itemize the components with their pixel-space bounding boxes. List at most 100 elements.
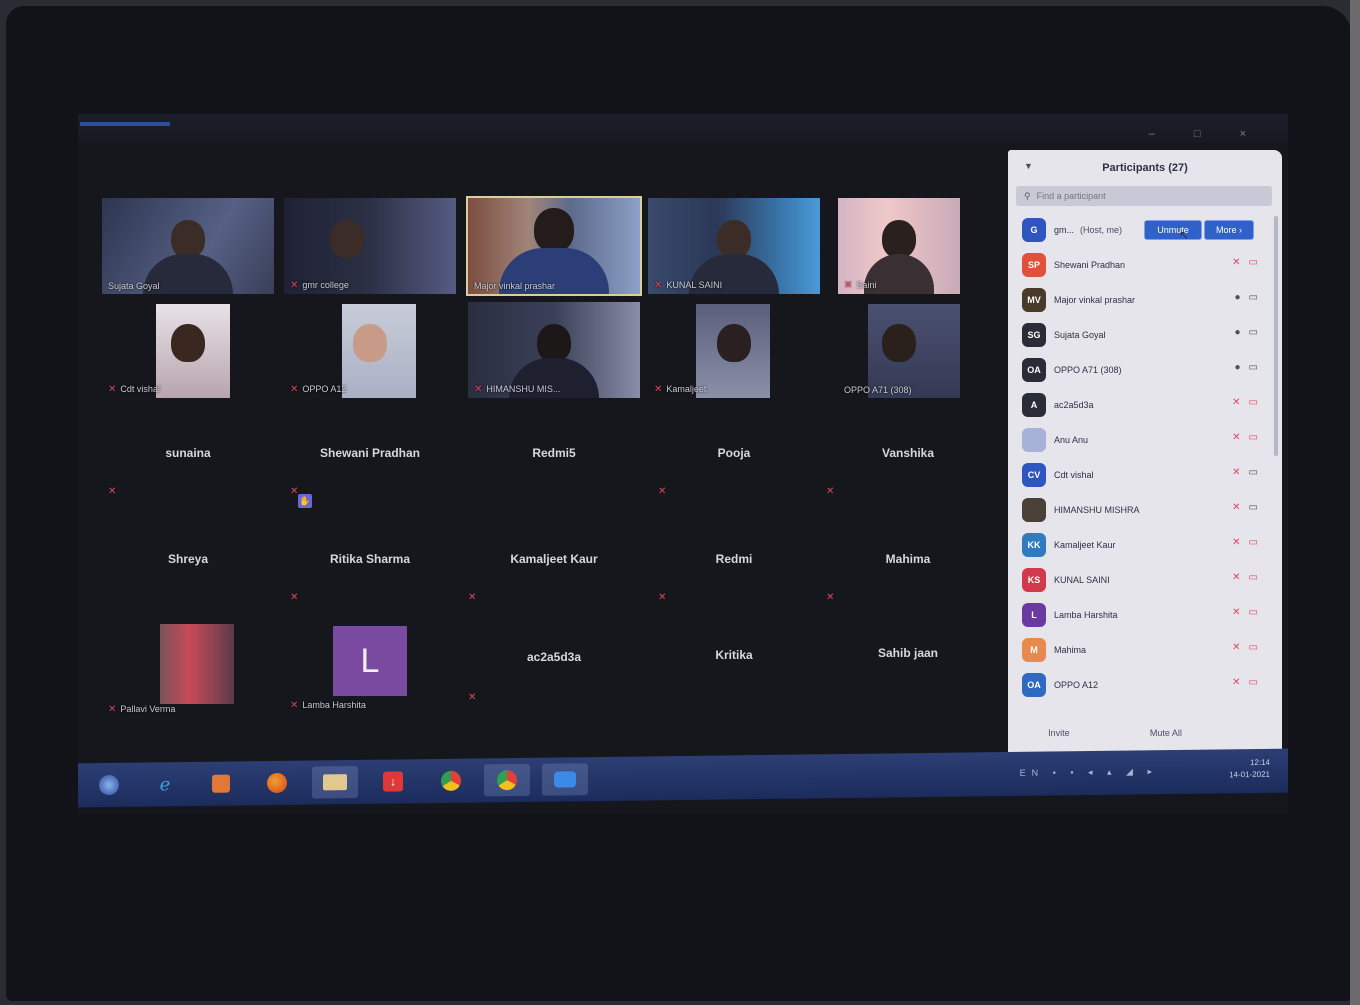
video-camera-off-icon[interactable]: ▭ — [1249, 677, 1258, 688]
participant-avatar: A — [1022, 392, 1046, 417]
participant-name-text: OPPO A71 (308) — [1054, 364, 1122, 375]
name-tile[interactable]: Shewani Pradhan ✕ — [284, 408, 456, 504]
microphone-muted-icon[interactable]: ✕ — [1232, 572, 1240, 583]
more-button[interactable]: More › — [1204, 220, 1254, 240]
name-tile[interactable]: Redmi ✕ — [648, 514, 820, 610]
participant-row[interactable]: SP Shewani Pradhan ✕ ▭ — [1008, 247, 1282, 282]
participant-avatar: MV — [1022, 287, 1046, 312]
participant-row[interactable]: HIMANSHU MISHRA ✕ ▭ — [1008, 492, 1282, 527]
name-tile[interactable]: Mahima ✕ — [822, 514, 994, 610]
name-tile[interactable]: Kamaljeet Kaur ✕ — [468, 514, 640, 610]
video-tile[interactable]: ✕ HIMANSHU MIS... — [468, 302, 640, 398]
video-tile[interactable]: ✕ Saini — [838, 198, 960, 294]
media-player-button[interactable] — [198, 767, 244, 800]
participant-row[interactable]: Aac2a5d3a ✕ ▭ — [1008, 387, 1282, 422]
participant-row[interactable]: MV Major vinkal prashar ● ▭ — [1008, 282, 1282, 317]
zoom-icon — [554, 771, 576, 788]
video-camera-icon[interactable]: ▭ — [1249, 362, 1258, 373]
maximize-button[interactable]: □ — [1194, 128, 1219, 140]
windows-start-button[interactable] — [86, 769, 132, 802]
participant-row[interactable]: OA OPPO A12 ✕ ▭ — [1008, 667, 1282, 702]
name-tile[interactable]: Vanshika ✕ — [822, 408, 994, 504]
microphone-muted-icon[interactable]: ✕ — [1232, 642, 1240, 653]
participant-row[interactable]: Anu Anu ✕ ▭ — [1008, 422, 1282, 457]
unmute-button[interactable]: Unmute — [1144, 220, 1202, 240]
name-tile[interactable]: Sahib jaan — [822, 608, 994, 704]
video-tile[interactable]: ✕ Cdt vishal — [102, 302, 274, 398]
video-tile[interactable]: ✕ gmr college — [284, 198, 456, 294]
participant-row[interactable]: L Lamba Harshita ✕ ▭ — [1008, 597, 1282, 632]
video-tile[interactable]: OPPO A71 (308) — [838, 302, 960, 398]
video-camera-icon[interactable]: ▭ — [1249, 292, 1258, 303]
video-tile[interactable]: Sujata Goyal — [102, 198, 274, 294]
firefox-icon — [267, 772, 287, 794]
microphone-muted-icon[interactable]: ✕ — [1232, 257, 1240, 268]
video-tile[interactable]: ✕ Kamaljeet — [648, 302, 820, 398]
minimize-button[interactable]: – — [1149, 128, 1173, 140]
zoom-button[interactable] — [542, 763, 588, 796]
close-button[interactable]: × — [1240, 128, 1264, 140]
video-camera-icon[interactable]: ▭ — [1249, 502, 1258, 513]
microphone-muted-icon[interactable]: ✕ — [1232, 432, 1240, 443]
name-tile[interactable]: Shreya — [102, 514, 274, 610]
video-camera-icon[interactable]: ▭ — [1249, 467, 1258, 478]
search-input[interactable] — [1034, 190, 1239, 202]
microphone-muted-icon[interactable]: ✕ — [1232, 397, 1240, 408]
internet-explorer-button[interactable]: ℯ — [142, 768, 188, 801]
name-tile[interactable]: Pooja ✕ — [648, 408, 820, 504]
screen: – □ × Sujata Goyal ✕ gmr college Major v… — [78, 114, 1288, 814]
participant-row[interactable]: Ggm... (Host, me) Unmute More › ↖ — [1008, 212, 1282, 247]
chrome-button[interactable] — [428, 765, 474, 798]
video-camera-off-icon[interactable]: ▭ — [1249, 432, 1258, 443]
participants-footer: Invite Mute All — [1008, 728, 1282, 750]
participant-row[interactable]: CV Cdt vishal ✕ ▭ — [1008, 457, 1282, 492]
video-camera-icon[interactable]: ▭ — [1249, 327, 1258, 338]
download-icon: ↓ — [383, 771, 403, 792]
participant-status-icons: ✕ ▭ — [1232, 397, 1258, 408]
microphone-muted-icon[interactable]: ✕ — [1232, 467, 1240, 478]
name-tile[interactable]: Kritika — [648, 610, 820, 706]
chrome-2-button[interactable] — [484, 763, 530, 797]
video-tile[interactable]: ✕ OPPO A12 — [284, 302, 456, 398]
video-camera-off-icon[interactable]: ▭ — [1249, 607, 1258, 618]
participant-row[interactable]: M Mahima ✕ ▭ — [1008, 632, 1282, 667]
clock[interactable]: 12:14 14-01-2021 — [1229, 757, 1270, 782]
microphone-muted-icon[interactable]: ✕ — [1232, 502, 1240, 513]
language-indicator[interactable]: EN — [1020, 768, 1045, 778]
video-tile[interactable]: ✕ Pallavi Verma — [102, 622, 274, 718]
name-tile[interactable]: Ritika Sharma ✕ — [284, 514, 456, 610]
avatar-tile[interactable]: L ✕ Lamba Harshita — [284, 618, 456, 714]
microphone-icon[interactable]: ● — [1235, 327, 1241, 338]
download-app-button[interactable]: ↓ — [370, 765, 416, 798]
mic-muted-icon: ✕ — [290, 592, 299, 603]
name-tile[interactable]: sunaina ✕ — [102, 408, 274, 504]
name-tile[interactable]: ac2a5d3a ✕ — [468, 612, 640, 708]
microphone-muted-icon[interactable]: ✕ — [1232, 677, 1240, 688]
video-camera-off-icon[interactable]: ▭ — [1249, 642, 1258, 653]
video-camera-off-icon[interactable]: ▭ — [1249, 572, 1258, 583]
participant-row[interactable]: SG Sujata Goyal ● ▭ — [1008, 317, 1282, 352]
scrollbar[interactable] — [1274, 216, 1278, 456]
microphone-icon[interactable]: ● — [1235, 292, 1241, 303]
microphone-icon[interactable]: ● — [1235, 362, 1241, 373]
firefox-button[interactable] — [254, 767, 300, 800]
microphone-muted-icon[interactable]: ✕ — [1232, 607, 1240, 618]
window-accent — [80, 122, 170, 126]
mute-all-button[interactable]: Mute All — [1150, 728, 1182, 750]
participant-head — [882, 220, 916, 258]
video-tile[interactable]: ✕ KUNAL SAINI — [648, 198, 820, 294]
participant-row[interactable]: KK Kamaljeet Kaur ✕ ▭ — [1008, 527, 1282, 562]
name-tile[interactable]: Redmi5 — [468, 408, 640, 504]
video-camera-off-icon[interactable]: ▭ — [1249, 257, 1258, 268]
camera-feed — [160, 624, 234, 704]
mic-muted-icon: ✕ — [108, 486, 117, 497]
microphone-muted-icon[interactable]: ✕ — [1232, 537, 1240, 548]
video-tile-active-speaker[interactable]: Major vinkal prashar — [466, 196, 642, 296]
video-camera-off-icon[interactable]: ▭ — [1249, 397, 1258, 408]
file-explorer-button[interactable] — [312, 765, 358, 799]
participant-search[interactable]: ⚲ — [1016, 186, 1272, 206]
participant-row[interactable]: KS KUNAL SAINI ✕ ▭ — [1008, 562, 1282, 597]
participant-row[interactable]: OA OPPO A71 (308) ● ▭ — [1008, 352, 1282, 387]
invite-button[interactable]: Invite — [1048, 728, 1070, 750]
video-camera-off-icon[interactable]: ▭ — [1249, 537, 1258, 548]
